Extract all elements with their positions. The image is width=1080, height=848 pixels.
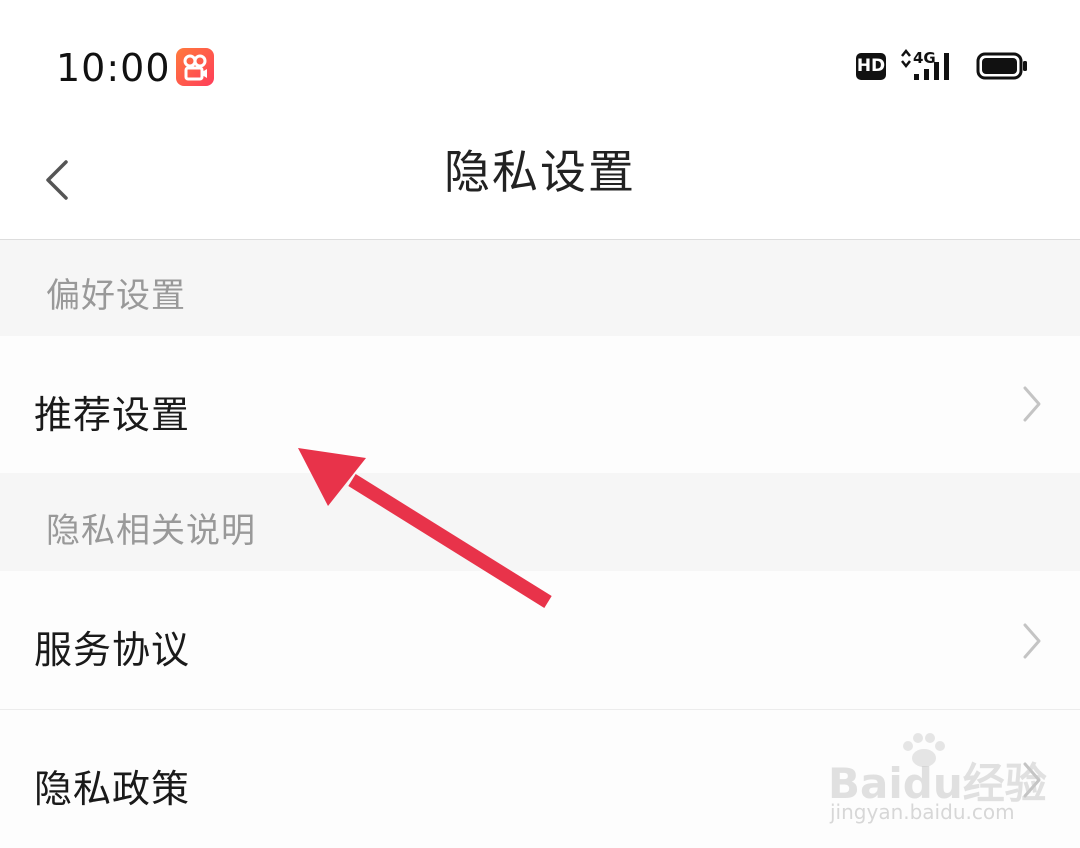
kuaishou-app-icon <box>176 48 214 86</box>
list-item-label: 服务协议 <box>34 628 191 672</box>
network-type-label: 4G <box>913 49 936 67</box>
nav-bar: 隐私设置 <box>0 130 1080 240</box>
section-header-label: 隐私相关说明 <box>46 511 256 551</box>
chevron-left-icon <box>46 160 68 200</box>
status-time: 10:00 <box>56 46 171 90</box>
status-bar: 10:00 HD 4G <box>0 0 1080 130</box>
section-header-privacy-info: 隐私相关说明 <box>0 473 1080 571</box>
chevron-right-icon <box>1023 623 1041 659</box>
battery-icon <box>976 52 1028 80</box>
chevron-right-icon <box>1023 386 1041 422</box>
back-button[interactable] <box>28 142 92 222</box>
list-item-privacy-policy[interactable]: 隐私政策 <box>0 710 1080 848</box>
page-title: 隐私设置 <box>444 145 636 199</box>
section-header-preferences: 偏好设置 <box>0 240 1080 336</box>
chevron-right-icon <box>1023 762 1041 798</box>
list-item-recommendation-settings[interactable]: 推荐设置 <box>0 336 1080 473</box>
list-item-service-agreement[interactable]: 服务协议 <box>0 571 1080 709</box>
list-item-label: 隐私政策 <box>34 767 191 811</box>
signal-4g-icon: 4G <box>900 48 960 84</box>
list-item-label: 推荐设置 <box>34 393 191 437</box>
hd-icon: HD <box>856 53 886 80</box>
section-header-label: 偏好设置 <box>46 276 186 316</box>
